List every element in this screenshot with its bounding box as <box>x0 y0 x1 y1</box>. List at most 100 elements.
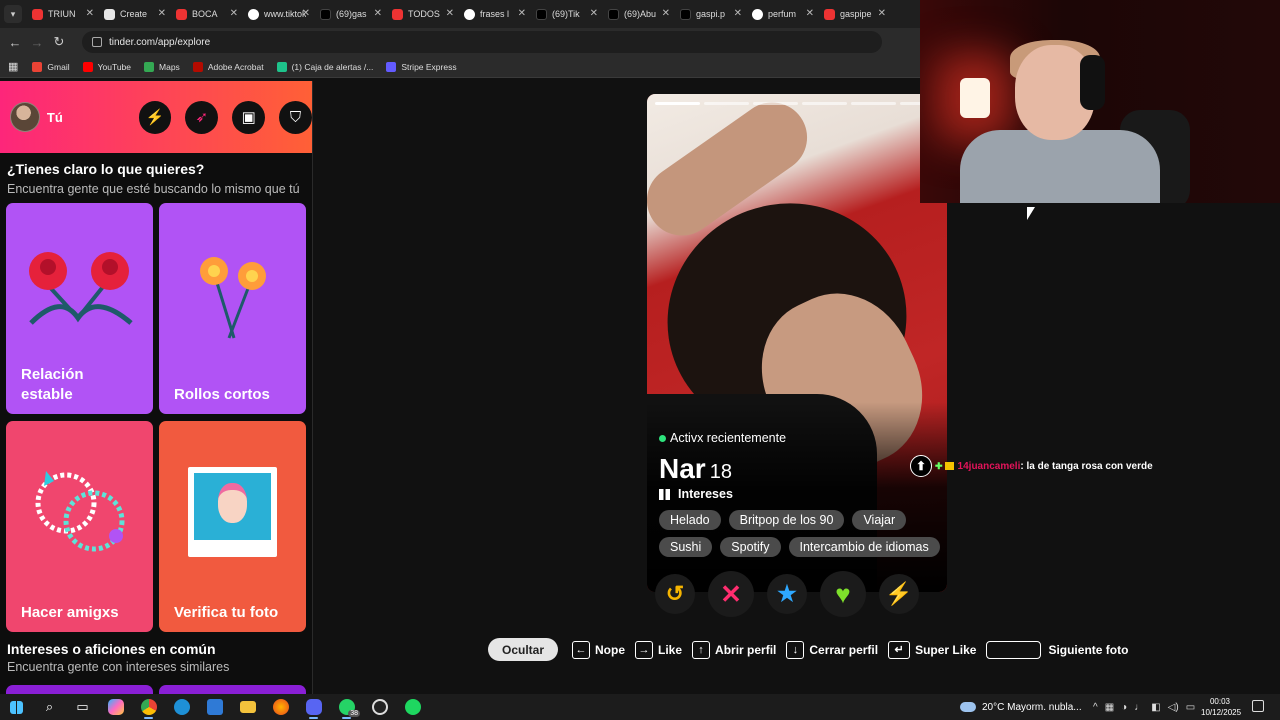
bookmark-item[interactable]: Maps <box>144 61 180 72</box>
card-preview[interactable] <box>159 685 306 694</box>
close-tab-icon[interactable]: ✕ <box>734 8 742 19</box>
url-input[interactable]: tinder.com/app/explore <box>82 31 882 53</box>
tab-item[interactable]: Create ✕ <box>100 0 172 28</box>
chevron-up-icon[interactable]: ^ <box>1093 702 1098 713</box>
arrow-up-key-icon: ↑ <box>692 640 711 659</box>
tab-item[interactable]: frases l ✕ <box>460 0 532 28</box>
rewind-button[interactable]: ↺ <box>655 574 695 614</box>
hint-superlike: ↵ Super Like <box>888 640 976 659</box>
bookmark-label: (1) Caja de alertas /... <box>291 61 374 72</box>
card-relacion-estable[interactable]: Relación estable <box>6 203 153 414</box>
start-icon[interactable] <box>0 694 33 720</box>
bookmark-item[interactable]: Adobe Acrobat <box>192 61 264 72</box>
copilot-icon[interactable] <box>99 694 132 720</box>
tab-item[interactable]: gaspi.p ✕ <box>676 0 748 28</box>
avatar[interactable] <box>10 102 40 132</box>
microphone-icon[interactable]: ♩ <box>1134 702 1144 713</box>
card-verifica-foto[interactable]: Verifica tu foto <box>159 421 306 632</box>
boost-icon[interactable]: ⚡ <box>138 100 172 134</box>
close-tab-icon[interactable]: ✕ <box>878 8 886 19</box>
app-tray-icon[interactable]: ▦ <box>1105 702 1114 713</box>
close-tab-icon[interactable]: ✕ <box>662 8 670 19</box>
back-icon[interactable]: ← <box>4 35 26 50</box>
interests-list: Helado Britpop de los 90 Viajar Sushi Sp… <box>659 510 949 557</box>
close-tab-icon[interactable]: ✕ <box>446 8 454 19</box>
superlike-button[interactable]: ★ <box>767 574 807 614</box>
edge-icon[interactable] <box>165 694 198 720</box>
security-icon[interactable]: ◑ <box>1121 702 1127 713</box>
bookmark-item[interactable]: Stripe Express <box>386 61 457 72</box>
interests-heading: Intereses <box>659 487 939 501</box>
bookmark-item[interactable]: YouTube <box>82 61 131 72</box>
tiktok-icon <box>680 8 691 20</box>
obs-icon[interactable] <box>363 694 396 720</box>
close-tab-icon[interactable]: ✕ <box>86 8 94 19</box>
volume-icon[interactable]: ◁) <box>1168 702 1179 713</box>
hide-hints-button[interactable]: Ocultar <box>488 638 559 661</box>
shield-icon[interactable]: ⛉ <box>279 100 312 134</box>
tab-item[interactable]: (69)Tik ✕ <box>532 0 604 28</box>
close-tab-icon[interactable]: ✕ <box>806 8 814 19</box>
close-tab-icon[interactable]: ✕ <box>590 8 598 19</box>
close-tab-icon[interactable]: ✕ <box>374 8 382 19</box>
nope-button[interactable]: ✕ <box>708 571 754 617</box>
search-icon[interactable]: ⌕ <box>33 694 66 720</box>
hint-next: Siguiente foto <box>986 640 1128 659</box>
clock[interactable]: 00:03 10/12/2025 <box>1201 696 1241 718</box>
weather-widget[interactable]: 20°C Mayorm. nubla... <box>960 694 1082 720</box>
tab-title: (69)gas <box>336 9 367 19</box>
tab-item[interactable]: (69)gas ✕ <box>316 0 388 28</box>
tab-item[interactable]: BOCA ✕ <box>172 0 244 28</box>
close-tab-icon[interactable]: ✕ <box>230 8 238 19</box>
arrow-up-icon: ⬆ <box>910 455 932 477</box>
reload-icon[interactable]: ↻ <box>48 34 70 50</box>
discord-icon[interactable] <box>297 694 330 720</box>
explore-compass-icon[interactable]: ➶ <box>185 100 219 134</box>
photo-progress <box>655 102 945 105</box>
chat-badge-icon: ✚ <box>935 460 943 471</box>
apps-icon[interactable]: ▦ <box>8 60 18 73</box>
firefox-icon[interactable] <box>264 694 297 720</box>
network-icon[interactable]: ▭ <box>1186 702 1195 713</box>
sparklers-icon <box>200 257 266 339</box>
whatsapp-icon[interactable]: 38 <box>330 694 363 720</box>
boost-button[interactable]: ⚡ <box>879 574 919 614</box>
bookmark-label: Maps <box>159 61 180 72</box>
bookmarks-bar: ▦ Gmail YouTube Maps Adobe Acrobat (1) Caja … <box>0 56 920 78</box>
keyboard-hints: Ocultar ← Nope → Like ↑ Abrir perfil ↓ Cerra… <box>488 638 1138 661</box>
like-button[interactable]: ♥ <box>820 571 866 617</box>
tab-item[interactable]: TODOS ✕ <box>388 0 460 28</box>
tab-item[interactable]: gaspipe ✕ <box>820 0 892 28</box>
tab-item[interactable]: (69)Abu ✕ <box>604 0 676 28</box>
hint-like: → Like <box>635 640 682 659</box>
close-tab-icon[interactable]: ✕ <box>158 8 166 19</box>
card-rollos-cortos[interactable]: Rollos cortos <box>159 203 306 414</box>
tab-title: gaspi.p <box>696 9 726 19</box>
chrome-icon[interactable] <box>132 694 165 720</box>
bookmark-item[interactable]: (1) Caja de alertas /... <box>276 61 374 72</box>
user-label[interactable]: Tú <box>47 110 125 125</box>
briefcase-icon[interactable]: ▣ <box>232 100 266 134</box>
close-tab-icon[interactable]: ✕ <box>518 8 526 19</box>
store-icon[interactable] <box>198 694 231 720</box>
spotify-icon[interactable] <box>396 694 429 720</box>
camera-icon[interactable]: ◧ <box>1151 702 1160 713</box>
tab-item[interactable]: perfum ✕ <box>748 0 820 28</box>
bookmark-item[interactable]: Gmail <box>32 61 70 72</box>
file-explorer-icon[interactable] <box>231 694 264 720</box>
tab-item[interactable]: TRIUN ✕ <box>28 0 100 28</box>
site-info-icon[interactable] <box>92 37 102 47</box>
forward-icon[interactable]: → <box>26 35 48 50</box>
task-view-icon[interactable]: ▭ <box>66 694 99 720</box>
interest-chip: Viajar <box>852 510 907 530</box>
card-preview[interactable] <box>6 685 153 694</box>
card-hacer-amigxs[interactable]: Hacer amigxs <box>6 421 153 632</box>
globe-icon <box>248 8 259 20</box>
stream-chat-message: ⬆ ✚ 14juancameli : la de tanga rosa con … <box>910 455 1153 477</box>
windows-taskbar: ⌕ ▭ 38 20°C Mayorm. nubla... ^ ▦ ◑ ♩ ◧ ◁… <box>0 694 1280 720</box>
weather-text: 20°C Mayorm. nubla... <box>982 701 1082 713</box>
close-tab-icon[interactable]: ✕ <box>302 8 310 19</box>
tab-item[interactable]: www.tiktok ✕ <box>244 0 316 28</box>
tab-search-button[interactable]: ▾ <box>4 5 22 23</box>
notifications-icon[interactable] <box>1252 700 1264 712</box>
